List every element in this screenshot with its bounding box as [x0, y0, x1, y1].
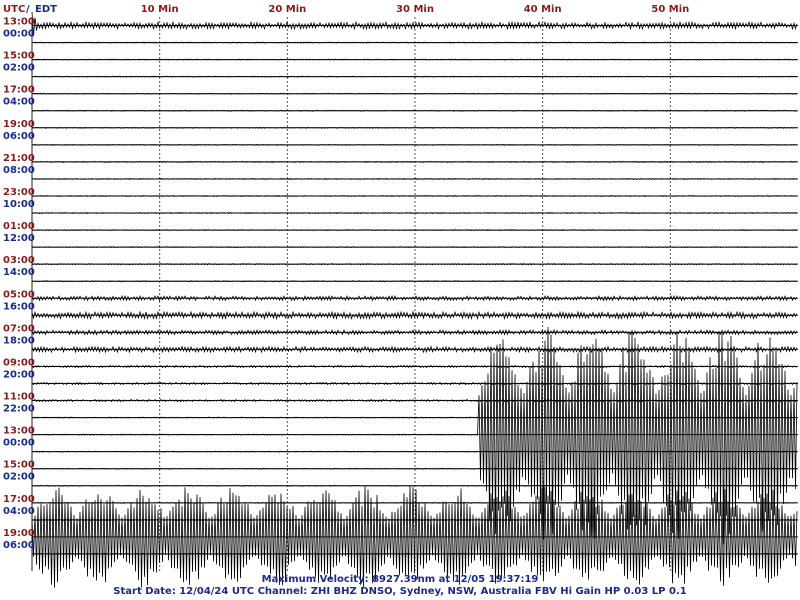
- row-label-utc: 01:00: [3, 221, 35, 232]
- start-date-channel-text: Start Date: 12/04/24 UTC Channel: ZHI BH…: [113, 586, 686, 597]
- row-label-utc: 03:00: [3, 255, 35, 266]
- minute-tick-label-30: 30 Min: [396, 4, 434, 15]
- row-label-local: 08:00: [3, 165, 35, 176]
- row-label-utc: 23:00: [3, 187, 35, 198]
- row-label-local: 16:00: [3, 301, 35, 312]
- row-label-utc: 13:00: [3, 17, 35, 28]
- row-label-local: 06:00: [3, 131, 35, 142]
- row-label-utc: 11:00: [3, 392, 35, 403]
- row-label-local: 00:00: [3, 29, 35, 40]
- row-label-utc: 17:00: [3, 85, 35, 96]
- row-label-local: 20:00: [3, 369, 35, 380]
- helicorder-chart: UTC / EDT 10 Min 20 Min 30 Min 40 Min 50 Min…: [0, 0, 800, 600]
- row-label-utc: 15:00: [3, 460, 35, 471]
- row-label-utc: 19:00: [3, 119, 35, 130]
- row-label-local: 00:00: [3, 438, 35, 449]
- row-label-local: 04:00: [3, 506, 35, 517]
- max-velocity-text: Maximum Velocity: 8927.39nm at 12/05 19:…: [262, 574, 539, 585]
- row-label-local: 04:00: [3, 97, 35, 108]
- minute-tick-label-50: 50 Min: [651, 4, 689, 15]
- row-label-utc: 05:00: [3, 289, 35, 300]
- row-label-local: 14:00: [3, 267, 35, 278]
- row-label-utc: 21:00: [3, 153, 35, 164]
- row-label-local: 10:00: [3, 199, 35, 210]
- row-label-local: 02:00: [3, 63, 35, 74]
- row-label-utc: 13:00: [3, 426, 35, 437]
- row-label-local: 22:00: [3, 404, 35, 415]
- row-label-utc: 07:00: [3, 323, 35, 334]
- row-label-utc: 19:00: [3, 528, 35, 539]
- header-separator: /: [26, 4, 30, 15]
- row-label-local: 02:00: [3, 472, 35, 483]
- minute-tick-label-10: 10 Min: [141, 4, 179, 15]
- row-label-utc: 15:00: [3, 51, 35, 62]
- header-local-label: EDT: [35, 4, 57, 15]
- header-utc-label: UTC: [3, 4, 25, 15]
- minute-tick-label-40: 40 Min: [524, 4, 562, 15]
- row-label-local: 12:00: [3, 233, 35, 244]
- row-label-local: 18:00: [3, 335, 35, 346]
- row-label-utc: 17:00: [3, 494, 35, 505]
- row-label-local: 06:00: [3, 540, 35, 551]
- minute-tick-label-20: 20 Min: [268, 4, 306, 15]
- row-label-utc: 09:00: [3, 357, 35, 368]
